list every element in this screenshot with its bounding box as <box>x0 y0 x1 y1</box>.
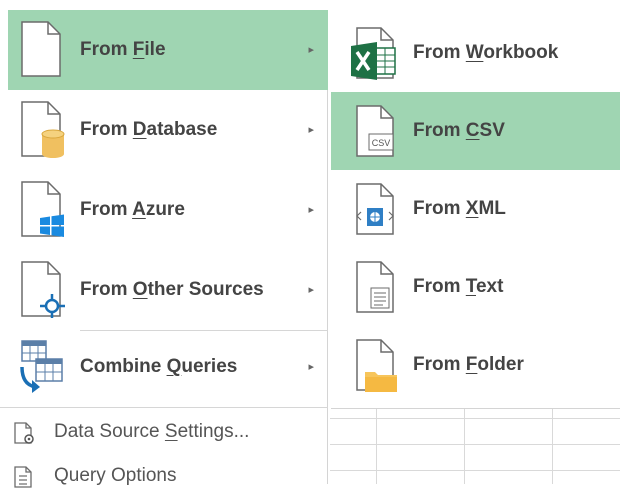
database-icon <box>21 101 65 158</box>
submenu-arrow-icon: ▸ <box>308 124 314 136</box>
submenu-item-label: From XML <box>413 198 506 219</box>
submenu-arrow-icon: ▸ <box>308 361 314 373</box>
combine-queries-icon <box>20 340 63 393</box>
submenu-item-from-csv[interactable]: CSV From CSV <box>331 92 620 170</box>
worksheet-grid[interactable] <box>330 408 620 484</box>
azure-icon <box>21 181 64 237</box>
menu-item-label: Combine Queries <box>80 356 238 377</box>
get-data-menu: From File ▸ From Database ▸ From Azure ▸ <box>0 10 328 488</box>
menu-item-label: From File <box>80 39 166 60</box>
folder-icon <box>356 339 397 392</box>
query-options-icon <box>14 466 32 488</box>
menu-item-label: From Database <box>80 119 218 140</box>
menu-item-from-file[interactable]: From File ▸ <box>8 10 328 90</box>
menu-item-label: Query Options <box>54 465 177 486</box>
submenu-item-from-xml[interactable]: From XML <box>331 170 620 248</box>
text-file-icon <box>356 261 394 313</box>
submenu-item-label: From Text <box>413 276 504 297</box>
submenu-item-from-folder[interactable]: From Folder <box>331 326 620 404</box>
other-sources-icon <box>21 261 65 318</box>
csv-file-icon: CSV <box>356 105 394 157</box>
submenu-item-from-workbook[interactable]: From Workbook <box>331 14 620 92</box>
menu-item-from-other-sources[interactable]: From Other Sources ▸ <box>8 250 328 330</box>
submenu-item-label: From CSV <box>413 120 505 141</box>
menu-item-combine-queries[interactable]: Combine Queries ▸ <box>8 327 328 407</box>
csv-badge-text: CSV <box>372 138 391 148</box>
submenu-arrow-icon: ▸ <box>308 44 314 56</box>
menu-item-label: From Other Sources <box>80 279 264 300</box>
submenu-arrow-icon: ▸ <box>308 204 314 216</box>
menu-item-query-options[interactable]: Query Options <box>8 456 308 496</box>
xml-file-icon <box>356 183 394 235</box>
file-icon <box>21 21 61 77</box>
menu-item-data-source-settings[interactable]: Data Source Settings... <box>8 412 308 452</box>
data-source-settings-icon <box>14 422 34 444</box>
excel-workbook-icon <box>351 27 396 80</box>
submenu-item-from-text[interactable]: From Text <box>331 248 620 326</box>
submenu-item-label: From Workbook <box>413 42 559 63</box>
submenu-item-label: From Folder <box>413 354 524 375</box>
submenu-arrow-icon: ▸ <box>308 284 314 296</box>
menu-item-label: Data Source Settings... <box>54 421 250 442</box>
menu-item-label: From Azure <box>80 199 185 220</box>
menu-item-from-azure[interactable]: From Azure ▸ <box>8 170 328 250</box>
from-file-submenu: From Workbook CSV From CSV From XML From… <box>331 10 620 409</box>
menu-separator <box>0 407 328 408</box>
menu-item-from-database[interactable]: From Database ▸ <box>8 90 328 170</box>
